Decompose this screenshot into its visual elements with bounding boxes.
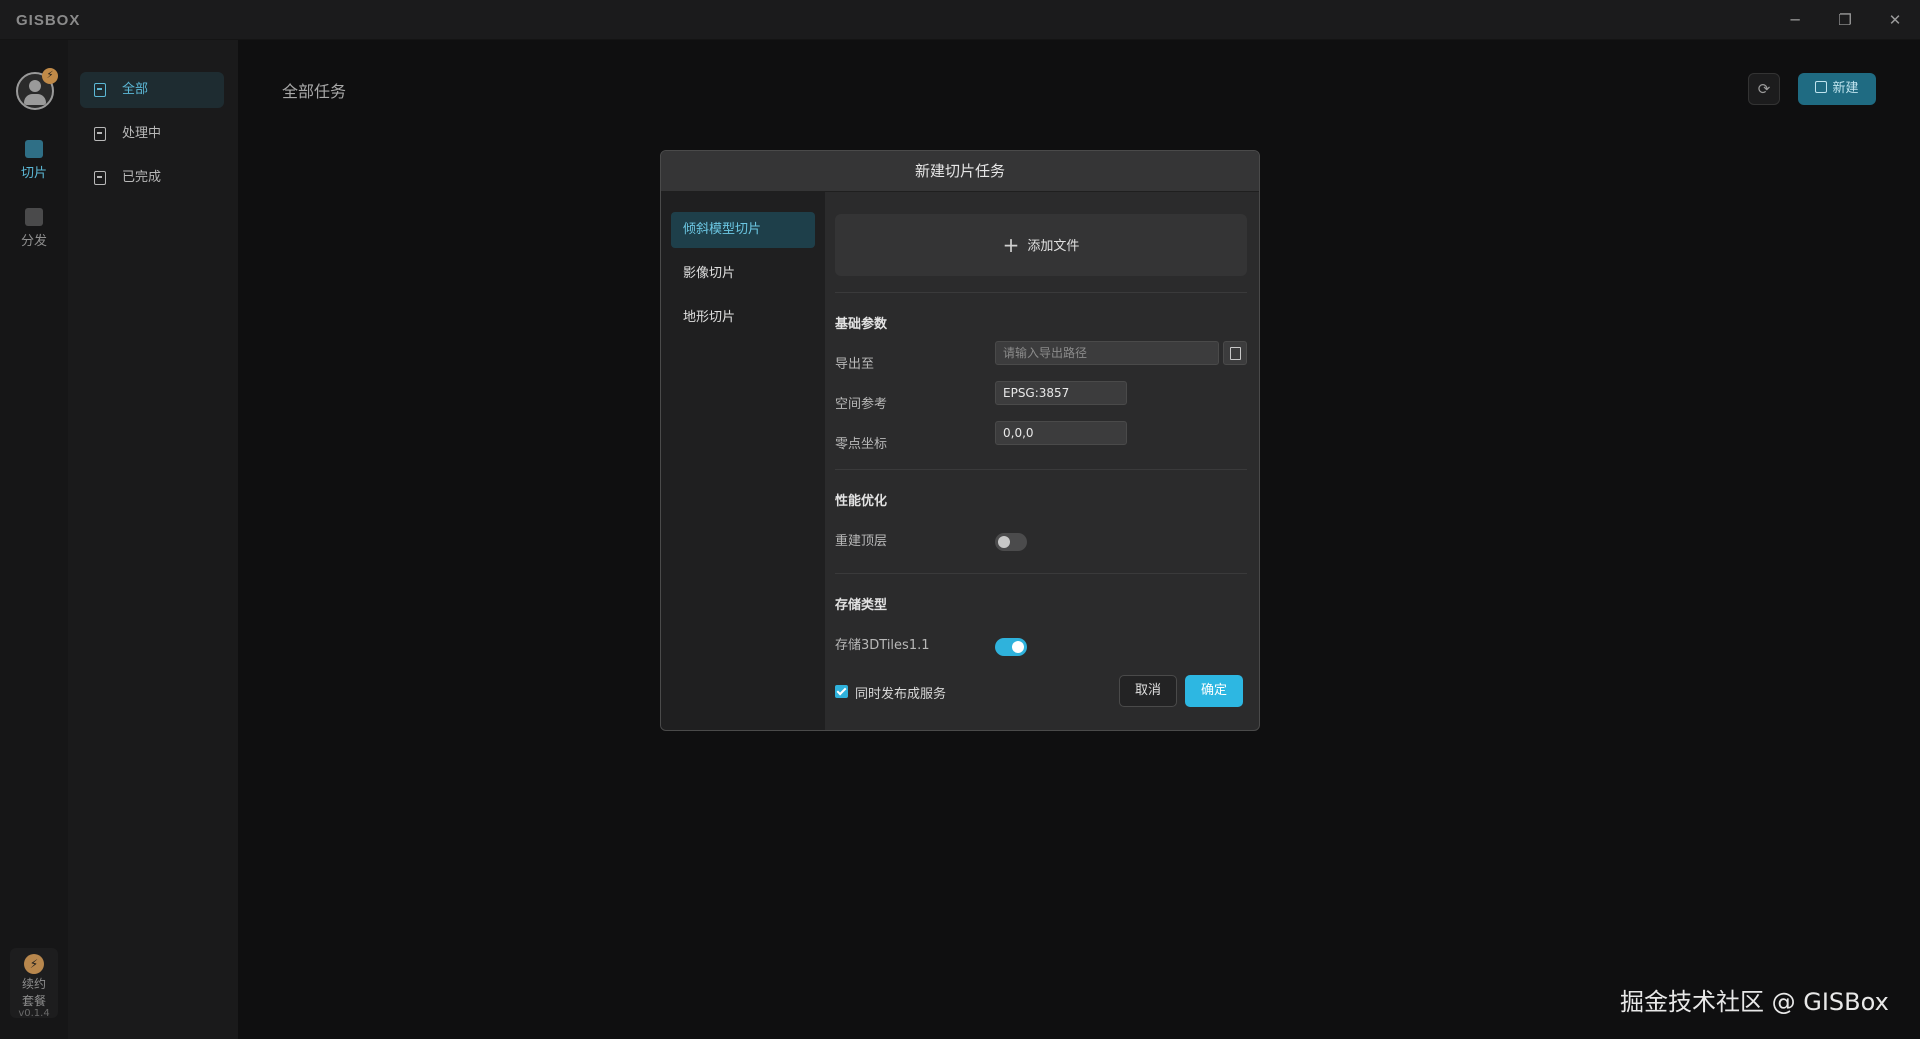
browse-folder-button[interactable]	[1223, 341, 1247, 365]
rail-item-slice[interactable]: 切片	[0, 140, 68, 181]
publish-service-checkbox[interactable]	[835, 685, 848, 698]
rail-item-label: 切片	[20, 166, 47, 181]
toggle-knob	[998, 536, 1010, 548]
cancel-button[interactable]: 取消	[1119, 675, 1177, 707]
section-perf-title: 性能优化	[835, 494, 888, 509]
rebuild-top-label: 重建顶层	[835, 534, 888, 549]
close-button[interactable]: ✕	[1880, 8, 1910, 32]
filter-label: 已完成	[122, 170, 162, 185]
rail-item-label: 分发	[20, 234, 47, 249]
lightning-icon: ⚡	[24, 954, 44, 974]
page-title: 全部任务	[282, 82, 347, 101]
rail-item-distribute[interactable]: 分发	[0, 208, 68, 249]
export-path-input[interactable]	[995, 341, 1219, 365]
renew-plan-label: 续约套餐	[21, 977, 46, 1008]
new-slice-task-dialog: 新建切片任务 倾斜模型切片 影像切片 地形切片 + 添加文件 基础参数 导出至 空…	[660, 150, 1260, 731]
restore-button[interactable]: ❐	[1830, 8, 1860, 32]
new-task-label: 新建	[1832, 81, 1859, 96]
tab-imagery[interactable]: 影像切片	[671, 256, 815, 292]
crs-input[interactable]: EPSG:3857	[995, 381, 1127, 405]
filter-processing[interactable]: 处理中	[80, 116, 224, 152]
file-icon	[94, 83, 106, 97]
origin-label: 零点坐标	[835, 437, 888, 452]
distribute-icon	[25, 208, 43, 226]
file-check-icon	[94, 171, 106, 185]
export-label: 导出至	[835, 357, 875, 372]
origin-input[interactable]: 0,0,0	[995, 421, 1127, 445]
confirm-button[interactable]: 确定	[1185, 675, 1243, 707]
divider	[835, 469, 1247, 470]
app-logo: GISBOX	[16, 12, 81, 29]
toggle-knob	[1012, 641, 1024, 653]
watermark: 掘金技术社区 @ GISBox	[1620, 988, 1889, 1016]
refresh-button[interactable]: ⟳	[1748, 73, 1780, 105]
nav-rail: ⚡ 切片 分发 ⚡ 续约套餐 v0.1.4	[0, 40, 68, 1039]
slice-icon	[25, 140, 43, 158]
task-filter-sidebar: 全部 处理中 已完成	[68, 40, 238, 1039]
new-task-button[interactable]: 新建	[1798, 73, 1876, 105]
filter-label: 处理中	[122, 126, 162, 141]
tiles-toggle[interactable]	[995, 638, 1027, 656]
divider	[835, 573, 1247, 574]
rebuild-top-toggle[interactable]	[995, 533, 1027, 551]
add-file-label: 添加文件	[1027, 239, 1080, 254]
refresh-icon: ⟳	[1757, 80, 1771, 98]
file-icon	[94, 127, 106, 141]
filter-completed[interactable]: 已完成	[80, 160, 224, 196]
tiles-label: 存储3DTiles1.1	[835, 638, 930, 653]
tab-oblique-model[interactable]: 倾斜模型切片	[671, 212, 815, 248]
add-icon	[1815, 81, 1828, 93]
version-label: v0.1.4	[18, 1008, 50, 1019]
filter-label: 全部	[122, 82, 149, 97]
crs-label: 空间参考	[835, 397, 888, 412]
tab-terrain[interactable]: 地形切片	[671, 300, 815, 336]
divider	[835, 292, 1247, 293]
add-file-button[interactable]: + 添加文件	[835, 214, 1247, 276]
title-bar: GISBOX ─ ❐ ✕	[0, 0, 1920, 40]
slice-type-tabs: 倾斜模型切片 影像切片 地形切片	[661, 192, 825, 730]
vip-badge-icon: ⚡	[42, 68, 58, 84]
dialog-title: 新建切片任务	[661, 151, 1259, 192]
section-storage-title: 存储类型	[835, 598, 888, 613]
filter-all[interactable]: 全部	[80, 72, 224, 108]
section-basic-title: 基础参数	[835, 317, 888, 332]
minimize-button[interactable]: ─	[1780, 8, 1810, 32]
plus-icon: +	[1002, 233, 1020, 257]
publish-service-label: 同时发布成服务	[855, 687, 947, 702]
dialog-body: + 添加文件 基础参数 导出至 空间参考 EPSG:3857 零点坐标 0,0,0…	[825, 192, 1259, 730]
